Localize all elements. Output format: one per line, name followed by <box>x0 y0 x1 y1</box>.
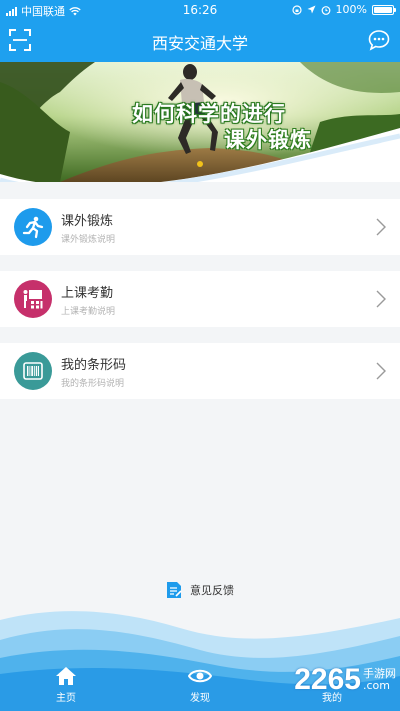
home-icon <box>56 667 76 685</box>
barcode-icon <box>23 362 43 380</box>
lock-rotation-icon <box>291 4 302 15</box>
tab-label: 发现 <box>190 693 210 704</box>
tab-discover[interactable]: 发现 <box>170 666 230 704</box>
menu-item-attendance[interactable]: 上课考勤 上课考勤说明 <box>0 271 400 327</box>
feedback-label: 意见反馈 <box>190 584 234 597</box>
barcode-icon-badge <box>14 352 52 390</box>
chevron-right-icon <box>376 362 386 380</box>
menu-item-barcode[interactable]: 我的条形码 我的条形码说明 <box>0 343 400 399</box>
feedback-icon <box>167 582 182 598</box>
bottom-tab-bar: 主页 发现 我的 2265 手游网 .com <box>0 662 400 711</box>
watermark-line2: .com <box>363 679 390 692</box>
watermark-line1: 手游网 <box>363 666 396 680</box>
banner-carousel[interactable]: 如何科学的进行 课外锻炼 <box>0 62 400 182</box>
feedback-link[interactable]: 意见反馈 <box>0 581 400 599</box>
status-bar: 中国联通 16:26 100% <box>0 0 400 20</box>
running-icon <box>22 216 44 239</box>
nav-bar: 西安交通大学 <box>0 20 400 62</box>
site-watermark: 2265 手游网 .com <box>294 663 396 697</box>
chat-bubble-icon[interactable] <box>368 29 390 51</box>
status-right: 100% <box>291 3 396 16</box>
banner-subheadline: 课外锻炼 <box>224 128 312 152</box>
running-icon-badge <box>14 208 52 246</box>
eye-icon <box>188 669 212 683</box>
watermark-number: 2265 <box>294 663 361 696</box>
watermark-text: 手游网 .com <box>363 666 396 692</box>
attendance-icon-badge <box>14 280 52 318</box>
battery-percent: 100% <box>335 3 367 16</box>
menu-item-subtitle: 课外锻炼说明 <box>61 235 116 245</box>
attendance-icon <box>23 290 43 309</box>
location-icon <box>307 5 316 13</box>
tab-label: 主页 <box>56 693 76 704</box>
tab-home[interactable]: 主页 <box>36 666 96 704</box>
alarm-icon <box>321 5 330 15</box>
menu-item-subtitle: 我的条形码说明 <box>61 379 125 389</box>
battery-icon <box>372 4 396 15</box>
chevron-right-icon <box>376 218 386 236</box>
carousel-indicator <box>0 161 400 167</box>
menu-item-exercise[interactable]: 课外锻炼 课外锻炼说明 <box>0 199 400 255</box>
menu-item-title: 我的条形码 <box>61 358 127 373</box>
menu-item-title: 课外锻炼 <box>61 214 114 229</box>
menu-item-title: 上课考勤 <box>61 286 114 301</box>
page-title: 西安交通大学 <box>151 36 248 53</box>
carousel-dot <box>197 161 203 167</box>
menu-item-subtitle: 上课考勤说明 <box>61 307 116 317</box>
chevron-right-icon <box>376 290 386 308</box>
